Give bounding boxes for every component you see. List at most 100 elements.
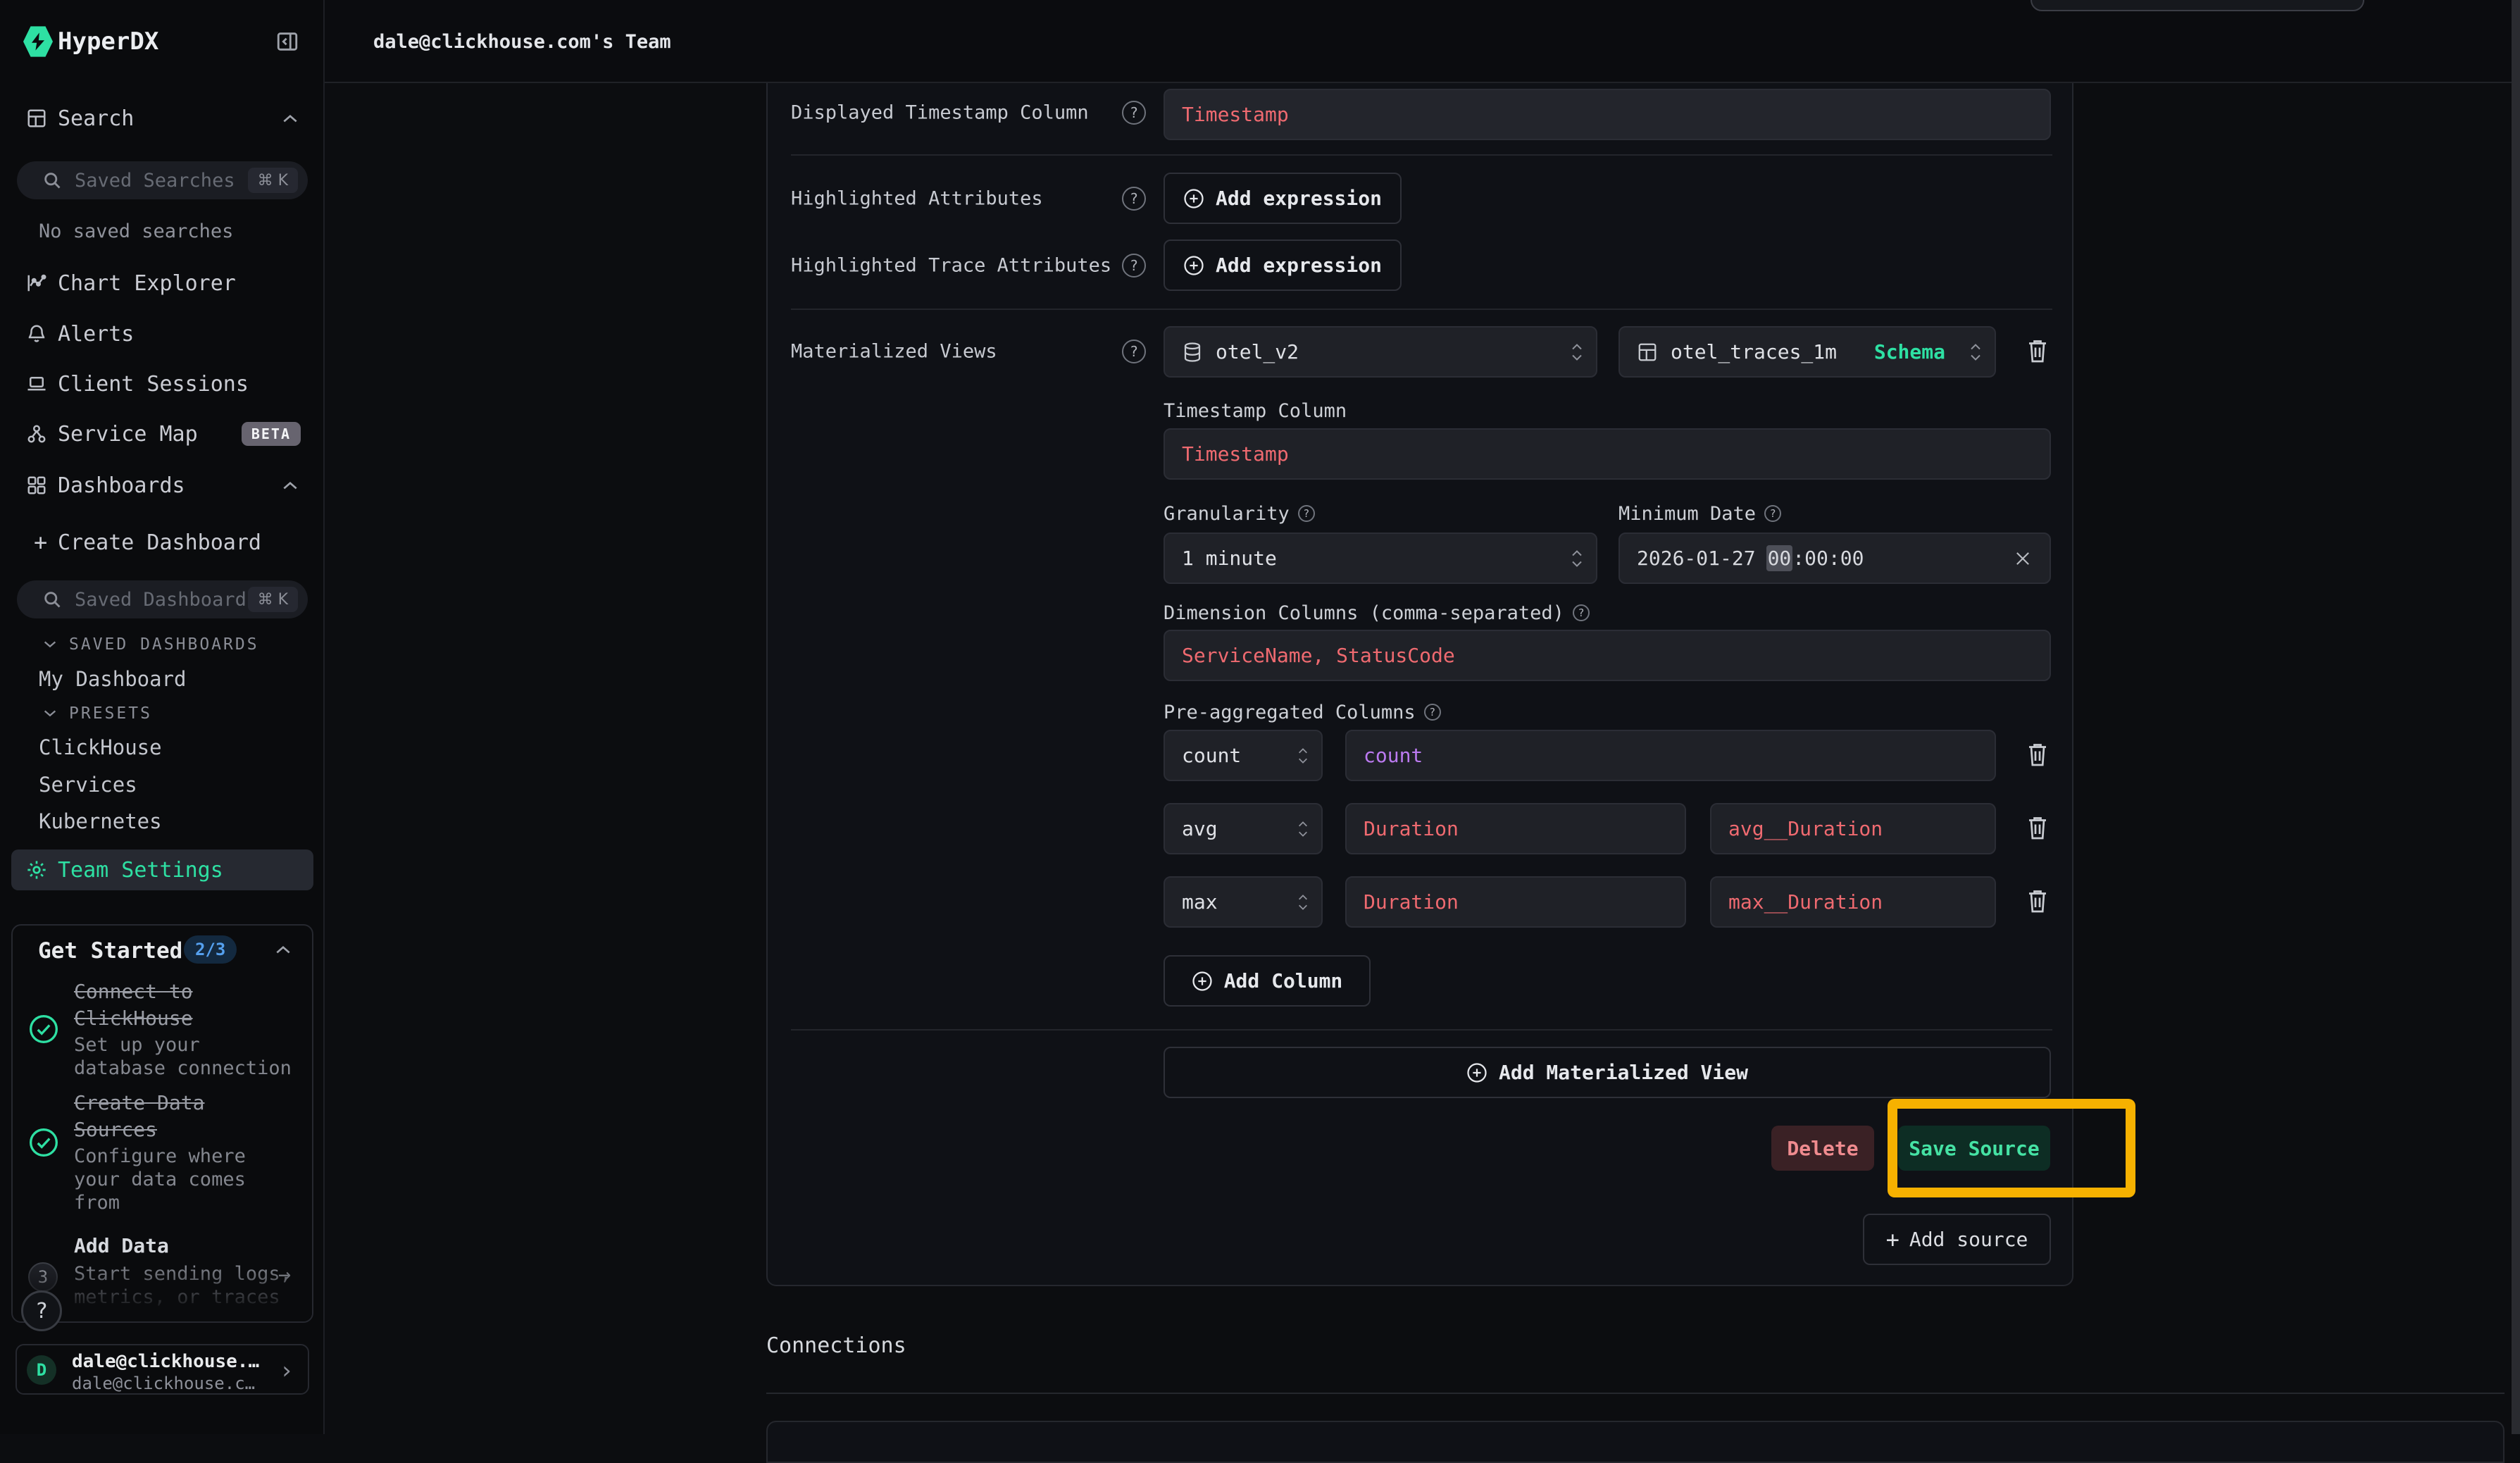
sidebar-item-service-map[interactable]: Service Map BETA xyxy=(0,417,325,451)
chevron-right-icon: › xyxy=(280,1357,294,1385)
hyperdx-logo-icon xyxy=(23,25,53,58)
highlight-annotation-box xyxy=(1888,1099,2135,1197)
help-icon[interactable]: ? xyxy=(1122,187,1146,211)
aggregation-alias-input[interactable]: avg__Duration xyxy=(1710,803,1996,854)
minimum-date-input[interactable]: 2026-01-2700:00:00 xyxy=(1618,533,2051,584)
help-icon[interactable]: ? xyxy=(1122,254,1146,278)
saved-searches-input[interactable]: Saved Searches ⌘ K xyxy=(17,161,308,199)
dimension-columns-input[interactable]: ServiceName, StatusCode xyxy=(1164,630,2051,681)
aggregation-alias-input[interactable]: max__Duration xyxy=(1710,876,1996,928)
step-number-badge: 3 xyxy=(28,1262,58,1292)
add-expression-button[interactable]: Add expression xyxy=(1164,173,1402,224)
help-icon[interactable]: ? xyxy=(1298,505,1315,522)
clear-date-icon[interactable] xyxy=(2013,549,2033,568)
timestamp-column-input[interactable]: Timestamp xyxy=(1164,428,2051,480)
arrow-right-icon: → xyxy=(278,1262,291,1287)
laptop-icon xyxy=(25,373,48,395)
get-started-panel: Get Started 2/3 Connect to ClickHouse Se… xyxy=(11,924,313,1323)
create-dashboard-button[interactable]: + Create Dashboard xyxy=(0,525,325,559)
saved-dashboards-input[interactable]: Saved Dashboards ⌘ K xyxy=(17,580,308,618)
help-icon[interactable]: ? xyxy=(1573,604,1590,621)
help-icon[interactable]: ? xyxy=(1424,704,1441,721)
displayed-timestamp-input[interactable]: Timestamp xyxy=(1164,89,2051,140)
group-presets[interactable]: PRESETS xyxy=(42,704,152,723)
logo-row: HyperDX xyxy=(0,21,325,62)
sidebar-link-services[interactable]: Services xyxy=(39,773,137,797)
displayed-timestamp-label: Displayed Timestamp Column xyxy=(791,102,1089,124)
aggregation-expression-input[interactable]: count xyxy=(1345,730,1996,781)
dimension-columns-label: Dimension Columns (comma-separated)? xyxy=(1164,602,1590,624)
delete-source-button[interactable]: Delete xyxy=(1771,1126,1874,1171)
sidebar-item-dashboards[interactable]: Dashboards xyxy=(0,468,325,502)
sidebar-item-client-sessions[interactable]: Client Sessions xyxy=(0,367,325,401)
aggregation-expression-input[interactable]: Duration xyxy=(1345,876,1686,928)
granularity-select[interactable]: 1 minute xyxy=(1164,533,1597,584)
add-source-button[interactable]: + Add source xyxy=(1863,1214,2051,1265)
topbar: dale@clickhouse.com's Team xyxy=(325,0,2520,83)
get-started-progress-badge: 2/3 xyxy=(184,935,237,964)
help-button[interactable]: ? xyxy=(21,1290,62,1331)
timestamp-column-label: Timestamp Column xyxy=(1164,400,1347,422)
question-icon: ? xyxy=(35,1299,48,1324)
select-chevrons-icon xyxy=(1571,343,1583,361)
sidebar-link-kubernetes[interactable]: Kubernetes xyxy=(39,809,162,833)
sidebar-item-label: Chart Explorer xyxy=(58,271,236,296)
aggregation-fn-select[interactable]: avg xyxy=(1164,803,1323,854)
help-icon[interactable]: ? xyxy=(1122,340,1146,363)
avatar: D xyxy=(27,1355,56,1385)
database-select[interactable]: otel_v2 xyxy=(1164,326,1597,378)
sidebar-item-team-settings[interactable]: Team Settings xyxy=(11,849,313,890)
add-column-button[interactable]: Add Column xyxy=(1164,955,1371,1007)
sidebar-link-my-dashboard[interactable]: My Dashboard xyxy=(39,667,187,691)
divider xyxy=(791,154,2052,156)
chevron-down-icon xyxy=(42,709,58,718)
get-started-step-subtitle: Set up your database connection xyxy=(74,1033,298,1080)
chevron-up-icon[interactable] xyxy=(274,944,292,955)
sidebar-item-label: Dashboards xyxy=(58,473,185,498)
group-saved-dashboards[interactable]: SAVED DASHBOARDS xyxy=(42,635,259,654)
table-select[interactable]: otel_traces_1m Schema xyxy=(1618,326,1996,378)
aggregation-expression-input[interactable]: Duration xyxy=(1345,803,1686,854)
delete-column-icon[interactable] xyxy=(2025,814,2050,843)
bell-icon xyxy=(25,323,48,345)
chevron-up-icon[interactable] xyxy=(281,480,299,491)
sidebar-link-clickhouse[interactable]: ClickHouse xyxy=(39,735,162,759)
get-started-title: Get Started xyxy=(38,938,182,964)
sidebar-item-search[interactable]: Search xyxy=(0,100,325,137)
select-chevrons-icon xyxy=(1571,549,1583,567)
sidebar-item-label: Client Sessions xyxy=(58,372,249,397)
scrollbar[interactable] xyxy=(2512,0,2520,1434)
app-title: HyperDX xyxy=(58,27,158,56)
chevron-up-icon[interactable] xyxy=(281,113,299,124)
delete-column-icon[interactable] xyxy=(2025,740,2050,770)
help-icon[interactable]: ? xyxy=(1764,505,1781,522)
add-expression-button[interactable]: Add expression xyxy=(1164,239,1402,291)
dashboards-grid-icon xyxy=(25,474,48,497)
granularity-label: Granularity? xyxy=(1164,503,1315,525)
add-materialized-view-button[interactable]: Add Materialized View xyxy=(1164,1047,2051,1098)
sidebar-item-chart-explorer[interactable]: Chart Explorer xyxy=(0,266,325,300)
highlighted-trace-attributes-label: Highlighted Trace Attributes xyxy=(791,255,1111,277)
get-started-step-title[interactable]: Connect to ClickHouse xyxy=(74,978,298,1032)
saved-dashboards-placeholder: Saved Dashboards xyxy=(75,589,258,611)
check-circle-icon xyxy=(28,1014,59,1045)
circle-plus-icon xyxy=(1192,971,1213,992)
collapse-sidebar-icon[interactable] xyxy=(275,30,299,54)
sidebar-item-alerts[interactable]: Alerts xyxy=(0,317,325,351)
aggregation-fn-select[interactable]: count xyxy=(1164,730,1323,781)
check-circle-icon xyxy=(28,1127,59,1158)
aggregation-fn-select[interactable]: max xyxy=(1164,876,1323,928)
delete-materialized-view-icon[interactable] xyxy=(2025,337,2050,366)
select-chevrons-icon xyxy=(1969,343,1982,361)
help-icon[interactable]: ? xyxy=(1122,101,1146,125)
schema-link[interactable]: Schema xyxy=(1874,340,1945,363)
get-started-step-subtitle: Configure where your data comes from xyxy=(74,1145,298,1214)
get-started-step-title[interactable]: Add Data xyxy=(74,1233,298,1259)
user-profile-card[interactable]: D dale@clickhouse.… dale@clickhouse.c… › xyxy=(15,1344,309,1395)
highlighted-attributes-label: Highlighted Attributes xyxy=(791,188,1043,210)
get-started-step-title[interactable]: Create Data Sources xyxy=(74,1090,298,1143)
search-icon xyxy=(41,588,63,611)
beta-badge: BETA xyxy=(242,422,301,446)
page-title: dale@clickhouse.com's Team xyxy=(373,31,671,53)
delete-column-icon[interactable] xyxy=(2025,887,2050,916)
